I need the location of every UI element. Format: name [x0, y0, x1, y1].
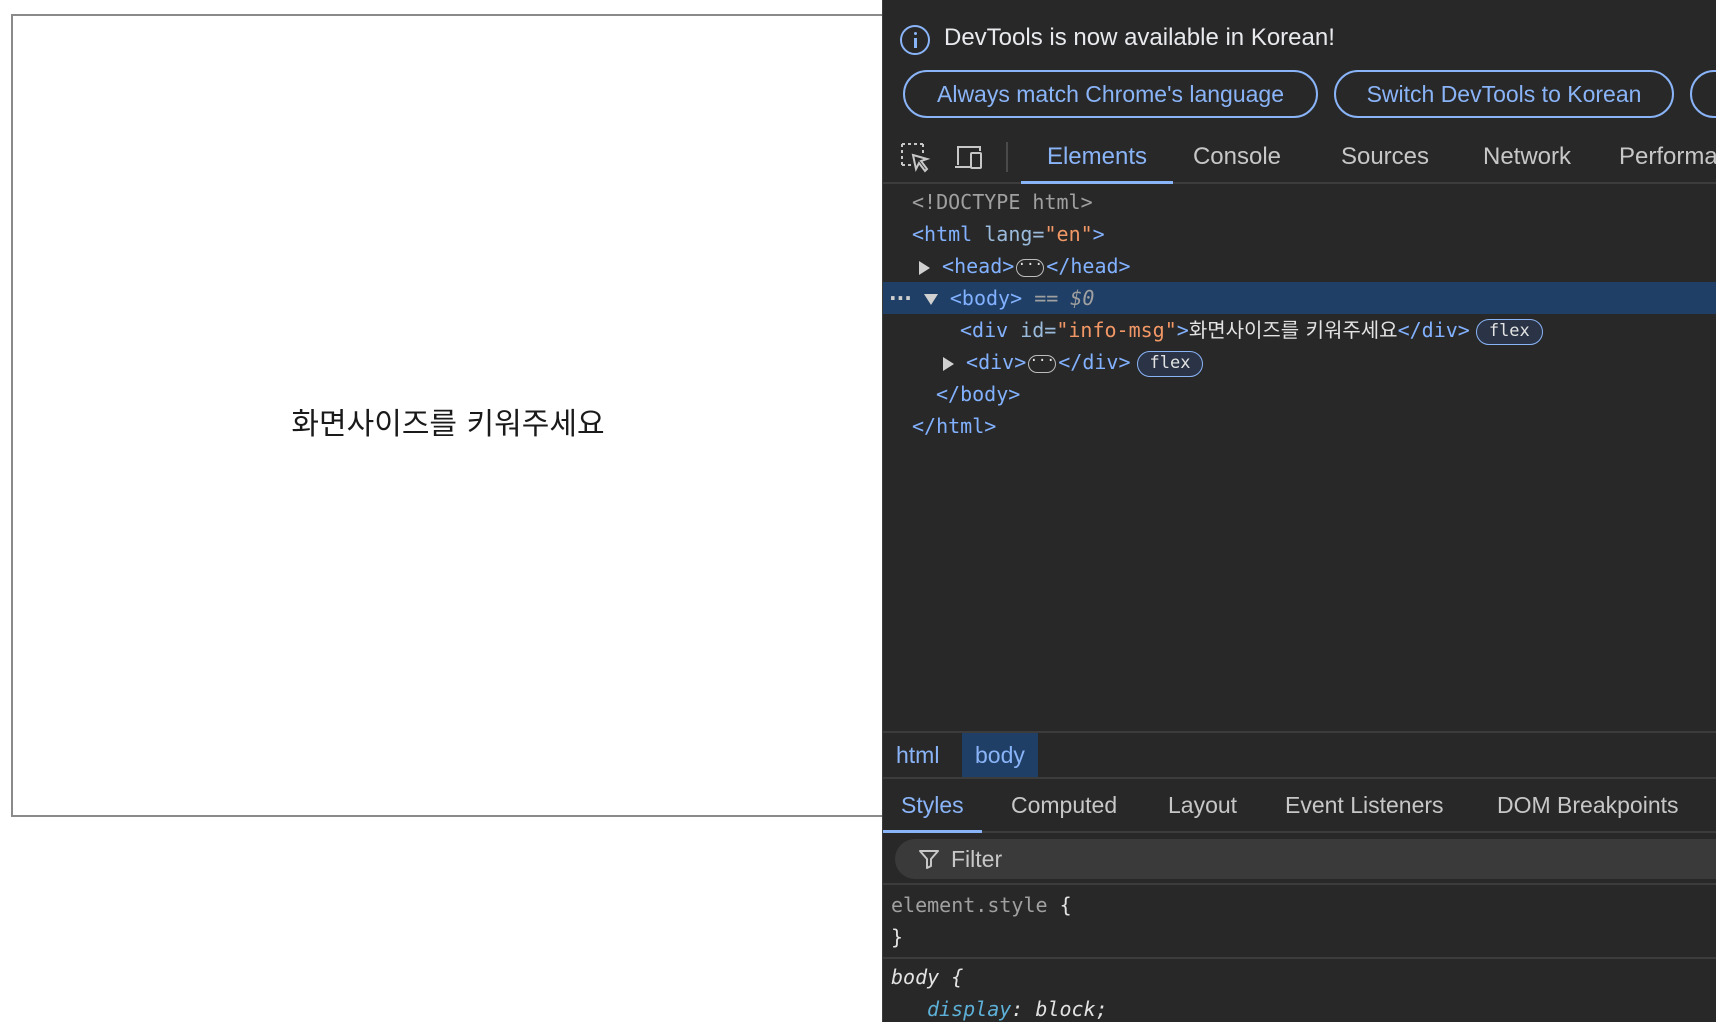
language-infobar: DevTools is now available in Korean! Alw…: [883, 0, 1716, 130]
html-attr-name: lang=: [984, 222, 1045, 246]
html-close-tag: </html>: [912, 414, 997, 438]
tab-network[interactable]: Network: [1477, 130, 1577, 184]
expand-triangle-icon[interactable]: [919, 260, 930, 275]
div2-open-tag: <div>: [966, 350, 1027, 374]
body-selector: body: [891, 965, 940, 989]
tab-performance[interactable]: Performa: [1619, 130, 1716, 184]
div-close-tag: </div>: [1397, 318, 1470, 342]
collapsed-ellipsis-icon[interactable]: ···: [1028, 354, 1057, 373]
open-brace: {: [951, 965, 964, 989]
info-message: 화면사이즈를 키워주세요: [291, 407, 605, 442]
element-style-selector: element.style: [891, 893, 1048, 917]
page-viewport: 화면사이즈를 키워주세요: [11, 14, 883, 817]
close-brace: }: [891, 925, 904, 949]
body-close-tag: </body>: [936, 382, 1021, 406]
element-style-rule[interactable]: element.style {: [891, 889, 1072, 921]
filter-input[interactable]: Filter: [895, 839, 1716, 879]
filter-placeholder: Filter: [951, 846, 1003, 872]
tab-sources[interactable]: Sources: [1335, 130, 1435, 184]
flex-badge[interactable]: flex: [1475, 318, 1543, 345]
collapsed-ellipsis-icon[interactable]: ···: [1016, 258, 1045, 277]
filter-icon: [919, 850, 939, 869]
breadcrumb-html[interactable]: html: [883, 733, 952, 777]
info-icon: [900, 25, 930, 55]
html-open-tag: <html: [912, 222, 973, 246]
breadcrumb: html body: [883, 731, 1716, 779]
div-text-content: 화면사이즈를 키워주세요: [1188, 318, 1398, 342]
element-style-close: }: [891, 921, 903, 953]
switch-to-korean-button[interactable]: Switch DevTools to Korean: [1334, 70, 1674, 118]
dom-body-close[interactable]: </body>: [883, 378, 1716, 410]
body-open-tag: <body>: [949, 286, 1023, 310]
devtools-panel: DevTools is now available in Korean! Alw…: [882, 0, 1716, 1022]
more-actions-icon[interactable]: ···: [889, 286, 912, 310]
tab-event-listeners[interactable]: Event Listeners: [1285, 779, 1444, 833]
div-attr-value: "info-msg": [1056, 318, 1177, 342]
dom-html-close[interactable]: </html>: [883, 410, 1716, 442]
css-property: display: [927, 997, 1012, 1021]
collapse-triangle-icon[interactable]: [923, 294, 938, 305]
breadcrumb-body[interactable]: body: [962, 733, 1038, 777]
dom-doctype[interactable]: <!DOCTYPE html>: [883, 186, 1716, 218]
html-attr-value: "en": [1044, 222, 1093, 246]
tab-layout[interactable]: Layout: [1168, 779, 1237, 833]
selected-marker: == $0: [1034, 286, 1095, 310]
tab-elements[interactable]: Elements: [1021, 130, 1173, 184]
div2-close-tag: </div>: [1058, 350, 1131, 374]
infobar-message: DevTools is now available in Korean!: [944, 24, 1335, 51]
dom-html[interactable]: <html lang="en">: [883, 218, 1716, 250]
filter-bar: Filter: [883, 833, 1716, 885]
dom-div-info-msg[interactable]: <div id="info-msg">화면사이즈를 키워주세요</div> fle…: [883, 314, 1716, 346]
head-open-tag: <head>: [942, 254, 1015, 278]
dom-head[interactable]: <head> ··· </head>: [883, 250, 1716, 282]
css-value: block;: [1035, 997, 1108, 1021]
device-toolbar-icon[interactable]: [954, 141, 986, 173]
div-open-tag: <div: [960, 318, 1009, 342]
dom-tree: <!DOCTYPE html> <html lang="en"> <head> ·…: [883, 186, 1716, 731]
tab-styles[interactable]: Styles: [883, 779, 982, 833]
devtools-toolbar: Elements Console Sources Network Perform…: [883, 130, 1716, 184]
div-attr-name: id=: [1020, 318, 1057, 342]
flex-badge[interactable]: flex: [1136, 350, 1204, 377]
doctype-text: <!DOCTYPE html>: [912, 190, 1093, 214]
always-match-language-button[interactable]: Always match Chrome's language: [903, 70, 1318, 118]
head-close-tag: </head>: [1046, 254, 1131, 278]
tab-dom-breakpoints[interactable]: DOM Breakpoints: [1497, 779, 1679, 833]
rule-divider: [883, 957, 1716, 959]
tab-computed[interactable]: Computed: [1011, 779, 1117, 833]
dom-body[interactable]: ··· <body> == $0: [883, 282, 1716, 314]
div-bracket: >: [1176, 318, 1189, 342]
tab-console[interactable]: Console: [1187, 130, 1287, 184]
more-infobar-button[interactable]: [1690, 70, 1716, 118]
expand-triangle-icon[interactable]: [943, 356, 954, 371]
body-display-declaration[interactable]: display: block;: [927, 993, 1108, 1022]
inspect-element-icon[interactable]: [899, 141, 931, 173]
dom-div-2[interactable]: <div> ··· </div> flex: [883, 346, 1716, 378]
open-brace: {: [1059, 893, 1072, 917]
html-bracket: >: [1092, 222, 1105, 246]
styles-subtabs: Styles Computed Layout Event Listeners D…: [883, 779, 1716, 833]
body-rule[interactable]: body {: [891, 961, 963, 993]
toolbar-separator: [1006, 142, 1008, 172]
